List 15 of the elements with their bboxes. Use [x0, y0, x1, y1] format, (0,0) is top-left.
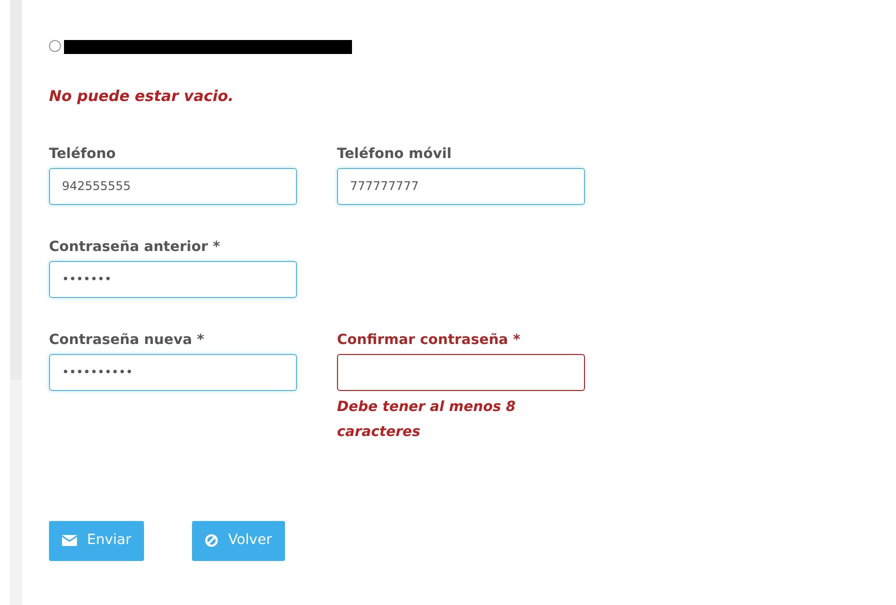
- input-field[interactable]: [337, 354, 585, 390]
- field-label: Contraseña nueva *: [49, 330, 206, 350]
- field-label: Contraseña anterior *: [49, 238, 222, 256]
- input-field[interactable]: 942555555: [49, 168, 297, 204]
- input-field[interactable]: 777777777: [337, 168, 585, 204]
- error-message: Debe tener al menos 8 caracteres: [337, 398, 517, 442]
- input-field[interactable]: ••••••••••: [49, 354, 297, 390]
- input-field[interactable]: •••••••: [49, 260, 297, 298]
- field-label: Teléfono: [49, 144, 117, 164]
- radio-button[interactable]: [49, 40, 61, 52]
- envelope-icon: [62, 535, 77, 546]
- field-label: Teléfono móvil: [337, 144, 453, 164]
- ban-icon: [205, 534, 218, 547]
- field-label: Confirmar contraseña *: [337, 330, 522, 350]
- error-message: No puede estar vacio.: [49, 86, 235, 107]
